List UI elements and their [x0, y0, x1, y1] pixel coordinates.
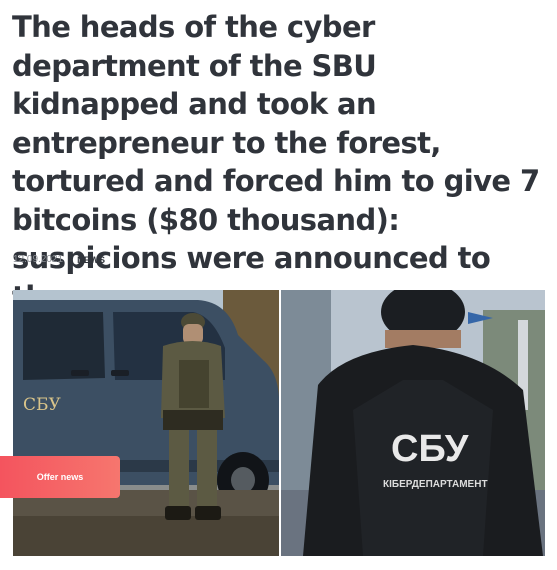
photo-illustration: СБУ СБУ КІБЕРДЕПАРТАМЕНТ — [13, 290, 545, 556]
article-headline: The heads of the cyber department of the… — [12, 10, 540, 314]
jacket-subtitle: КІБЕРДЕПАРТАМЕНТ — [383, 479, 488, 490]
article-photo: СБУ СБУ КІБЕРДЕПАРТАМЕНТ — [13, 290, 545, 556]
left-photo-panel: СБУ — [13, 290, 280, 556]
article-meta: 12.09.2021 NEWS — [13, 254, 105, 265]
article-date: 12.09.2021 — [13, 254, 64, 265]
offer-news-button[interactable]: Offer news — [0, 456, 120, 498]
jacket-emblem: СБУ — [391, 428, 469, 470]
category-link[interactable]: NEWS — [77, 255, 105, 265]
article: The heads of the cyber department of the… — [0, 0, 557, 570]
van-emblem: СБУ — [23, 395, 62, 415]
right-photo-panel: СБУ КІБЕРДЕПАРТАМЕНТ — [281, 290, 545, 556]
